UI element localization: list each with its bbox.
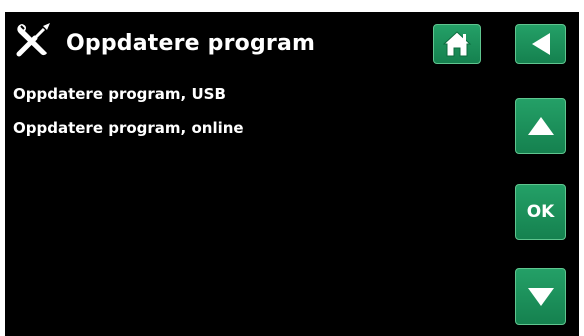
back-arrow-icon xyxy=(528,31,554,57)
home-icon xyxy=(442,30,472,58)
display-screen: Oppdatere program Oppdatere program, USB… xyxy=(5,12,579,336)
down-arrow-icon xyxy=(526,285,556,309)
menu-item-update-usb[interactable]: Oppdatere program, USB xyxy=(13,84,226,104)
home-button[interactable] xyxy=(433,24,481,64)
up-button[interactable] xyxy=(515,98,566,154)
back-button[interactable] xyxy=(515,24,566,64)
ok-button[interactable]: OK xyxy=(515,184,566,240)
page-title: Oppdatere program xyxy=(66,31,316,56)
up-arrow-icon xyxy=(526,114,556,138)
ok-label: OK xyxy=(526,202,555,222)
menu-item-update-online[interactable]: Oppdatere program, online xyxy=(13,118,244,138)
tools-icon xyxy=(13,20,53,60)
down-button[interactable] xyxy=(515,268,566,325)
